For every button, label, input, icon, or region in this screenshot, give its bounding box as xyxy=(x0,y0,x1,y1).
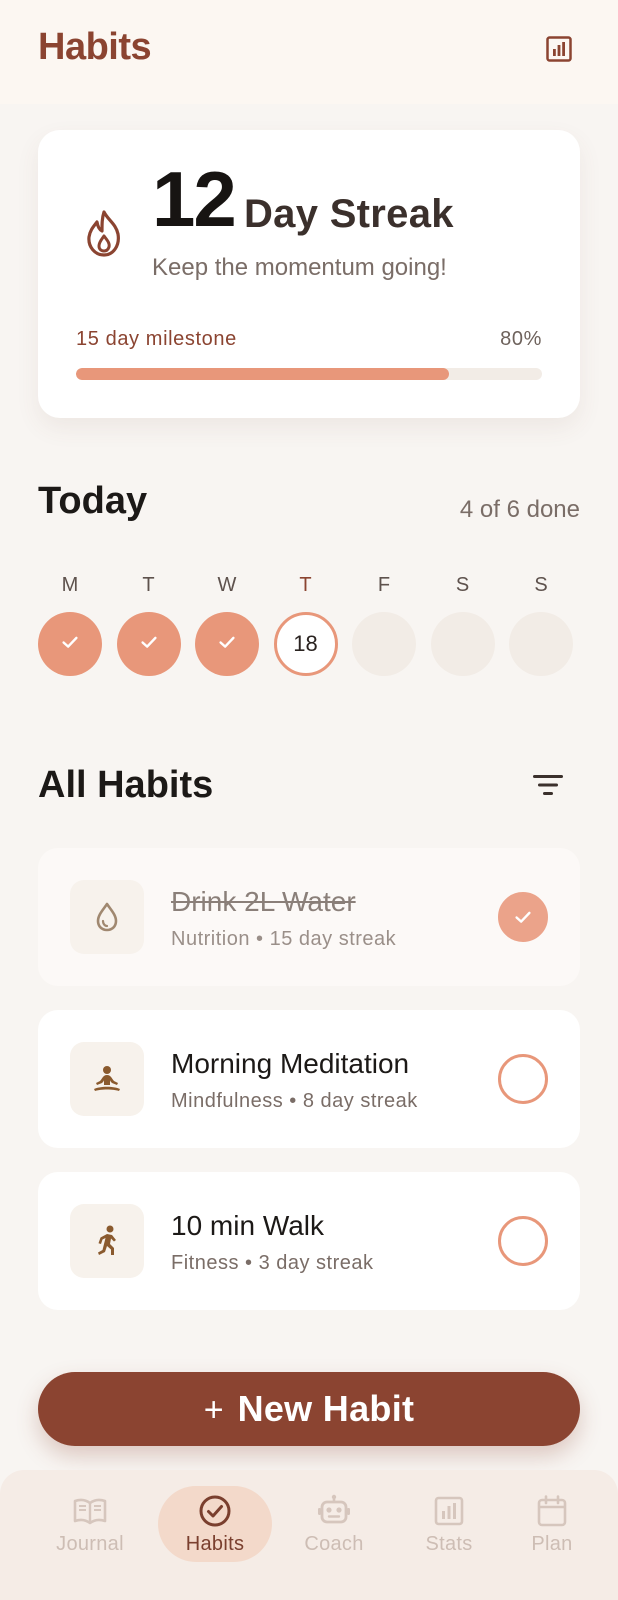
nav-item-habits[interactable]: Habits xyxy=(158,1486,272,1562)
all-habits-heading: All Habits xyxy=(38,764,214,806)
habit-icon-container xyxy=(70,880,144,954)
habit-name: Morning Meditation xyxy=(171,1048,410,1079)
checkmark-icon xyxy=(512,906,534,928)
walking-icon xyxy=(92,1224,122,1258)
streak-count: 12 xyxy=(152,155,237,243)
bar-chart-icon xyxy=(546,36,572,62)
book-icon xyxy=(72,1493,108,1529)
habit-meta: Nutrition • 15 day streak xyxy=(171,928,397,950)
day-3[interactable]: T 18 xyxy=(273,574,338,676)
milestone-percent: 80% xyxy=(500,328,542,350)
habit-icon-container xyxy=(70,1042,144,1116)
nav-label: Habits xyxy=(185,1532,245,1555)
page-title: Habits xyxy=(38,26,152,68)
nav-item-coach[interactable]: Coach xyxy=(286,1486,382,1562)
habit-name: 10 min Walk xyxy=(171,1210,325,1241)
nav-label: Coach xyxy=(304,1532,364,1555)
streak-subtitle: Keep the momentum going! xyxy=(152,254,447,281)
habit-card[interactable]: Drink 2L Water Nutrition • 15 day streak xyxy=(38,848,580,986)
habit-meta: Fitness • 3 day streak xyxy=(171,1252,374,1274)
bar-chart-icon xyxy=(431,1493,467,1529)
nav-item-plan[interactable]: Plan xyxy=(504,1486,600,1562)
day-5[interactable]: S xyxy=(430,574,495,676)
checkmark-icon xyxy=(138,631,160,658)
habit-name: Drink 2L Water xyxy=(171,886,356,917)
day-6[interactable]: S xyxy=(509,574,573,676)
robot-icon xyxy=(316,1493,352,1529)
nav-label: Stats xyxy=(425,1532,473,1555)
day-letter: S xyxy=(455,574,470,596)
filter-icon xyxy=(533,775,563,795)
day-4[interactable]: F xyxy=(352,574,416,676)
today-heading: Today xyxy=(38,480,148,522)
day-circle-done[interactable] xyxy=(38,612,102,676)
day-letter: T xyxy=(299,574,312,596)
nav-item-stats[interactable]: Stats xyxy=(401,1486,497,1562)
milestone-progress-fill xyxy=(76,368,449,380)
streak-label: Day Streak xyxy=(244,192,454,236)
milestone-progress-bar xyxy=(76,368,542,380)
day-circle-future[interactable] xyxy=(352,612,416,676)
stats-button[interactable] xyxy=(544,34,574,64)
streak-card: 12 Day Streak Keep the momentum going! 1… xyxy=(38,130,580,418)
nav-item-journal[interactable]: Journal xyxy=(42,1486,138,1562)
habit-card[interactable]: 10 min Walk Fitness • 3 day streak xyxy=(38,1172,580,1310)
day-0[interactable]: M xyxy=(38,574,102,676)
day-letter: T xyxy=(142,574,155,596)
plus-icon: + xyxy=(203,1391,224,1429)
day-circle-done[interactable] xyxy=(195,612,259,676)
day-circle-done[interactable] xyxy=(116,612,181,676)
day-number: 18 xyxy=(293,631,318,656)
bottom-navigation: Journal Habits Coach Stats Plan xyxy=(0,1470,618,1600)
day-letter: M xyxy=(61,574,79,596)
day-1[interactable]: T xyxy=(116,574,181,676)
nav-label: Plan xyxy=(531,1532,573,1555)
meditation-icon xyxy=(90,1064,124,1094)
today-progress-count: 4 of 6 done xyxy=(459,496,580,523)
habit-card[interactable]: Morning Meditation Mindfulness • 8 day st… xyxy=(38,1010,580,1148)
day-circle-today[interactable]: 18 xyxy=(273,612,338,676)
day-letter: S xyxy=(534,574,548,596)
app-header: Habits xyxy=(0,0,618,104)
calendar-icon xyxy=(534,1493,570,1529)
nav-label: Journal xyxy=(56,1532,124,1555)
flame-icon xyxy=(87,210,120,257)
habit-icon-container xyxy=(70,1204,144,1278)
water-drop-icon xyxy=(92,900,122,934)
new-habit-label: New Habit xyxy=(237,1388,415,1429)
habit-checkbox-checked[interactable] xyxy=(498,892,548,942)
new-habit-button[interactable]: + New Habit xyxy=(38,1372,580,1446)
day-circle-future[interactable] xyxy=(509,612,573,676)
checkmark-icon xyxy=(59,631,81,658)
habit-checkbox[interactable] xyxy=(498,1216,548,1266)
filter-button[interactable] xyxy=(530,770,566,800)
day-2[interactable]: W xyxy=(195,574,259,676)
milestone-label: 15 day milestone xyxy=(76,328,237,350)
day-circle-future[interactable] xyxy=(430,612,495,676)
habit-checkbox[interactable] xyxy=(498,1054,548,1104)
day-letter: W xyxy=(217,574,237,596)
week-day-selector: M T W T 18 F S S xyxy=(38,574,580,676)
day-letter: F xyxy=(377,574,391,596)
checkmark-icon xyxy=(216,631,238,658)
habit-meta: Mindfulness • 8 day streak xyxy=(171,1090,418,1112)
check-circle-icon xyxy=(197,1493,233,1529)
